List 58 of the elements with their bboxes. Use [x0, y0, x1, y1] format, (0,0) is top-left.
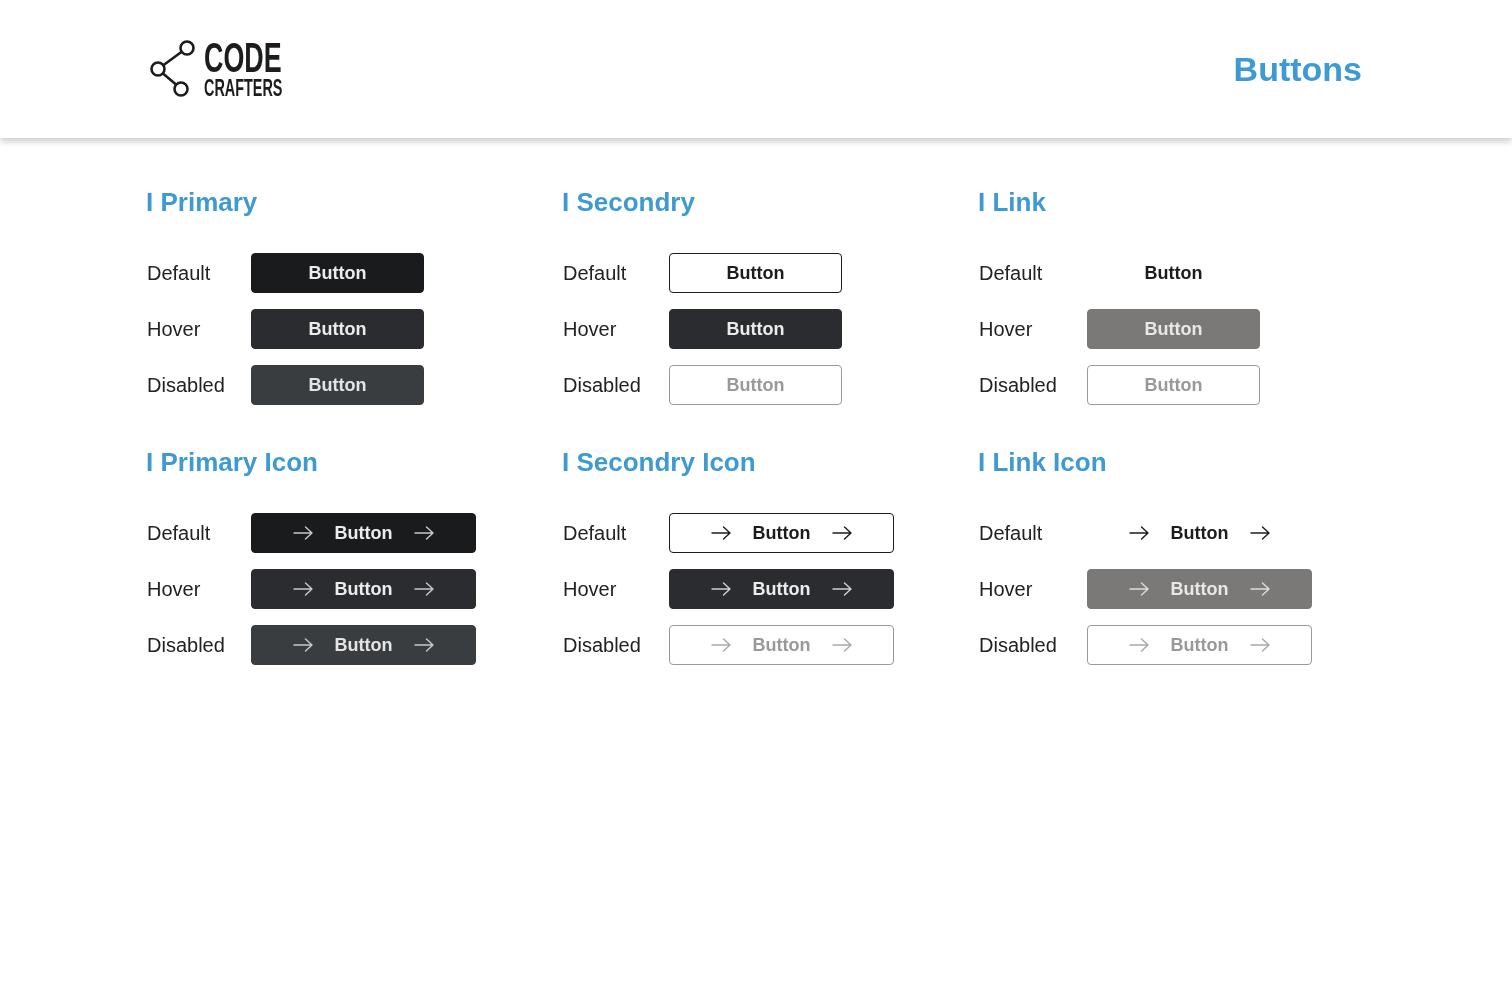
state-label: Default	[978, 521, 1044, 546]
section-title: I Secondry	[562, 187, 696, 217]
state-label: Hover	[146, 577, 202, 602]
arrow-right-icon	[1250, 582, 1271, 596]
state-label: Default	[562, 521, 628, 546]
section-title: I Primary	[146, 187, 259, 217]
arrow-right-icon	[292, 582, 313, 596]
state-label: Disabled	[146, 373, 226, 398]
logo-text: CODE	[204, 41, 282, 74]
arrow-right-icon	[832, 526, 853, 540]
state-label: Default	[978, 261, 1044, 286]
state-label: Hover	[562, 577, 618, 602]
state-label: Hover	[978, 317, 1034, 342]
button[interactable]: Button	[251, 513, 476, 553]
arrow-right-icon	[292, 638, 313, 652]
state-label: Hover	[146, 317, 202, 342]
button[interactable]: Button	[251, 569, 476, 609]
button[interactable]: Button	[251, 309, 424, 349]
section-title: I Primary Icon	[146, 447, 319, 477]
state-label: Default	[146, 261, 212, 286]
state-label: Hover	[978, 577, 1034, 602]
arrow-right-icon	[832, 638, 853, 652]
arrow-right-icon	[1128, 582, 1149, 596]
button[interactable]: Button	[251, 253, 424, 293]
logo-text: CRAFTERS	[204, 78, 283, 97]
arrow-right-icon	[1128, 526, 1149, 540]
state-label: Default	[562, 261, 628, 286]
arrow-right-icon	[292, 526, 313, 540]
arrow-right-icon	[1250, 638, 1271, 652]
arrow-right-icon	[414, 638, 435, 652]
arrow-right-icon	[832, 582, 853, 596]
button[interactable]: Button	[1087, 513, 1312, 553]
button[interactable]: Button	[669, 569, 894, 609]
state-label: Default	[146, 521, 212, 546]
button[interactable]: Button	[1087, 569, 1312, 609]
button[interactable]: Button	[1087, 253, 1260, 293]
arrow-right-icon	[710, 638, 731, 652]
button[interactable]: Button	[669, 253, 842, 293]
section-title: I Secondry Icon	[562, 447, 757, 477]
arrow-right-icon	[414, 526, 435, 540]
arrow-right-icon	[1250, 526, 1271, 540]
state-label: Disabled	[978, 633, 1058, 658]
section-title: I Link	[978, 187, 1047, 217]
state-label: Disabled	[562, 373, 642, 398]
page-title: Buttons	[1233, 48, 1362, 90]
button[interactable]: Button	[1087, 309, 1260, 349]
state-label: Hover	[562, 317, 618, 342]
button[interactable]: Button	[669, 513, 894, 553]
state-label: Disabled	[978, 373, 1058, 398]
state-label: Disabled	[562, 633, 642, 658]
arrow-right-icon	[710, 582, 731, 596]
section-title: I Link Icon	[978, 447, 1108, 477]
connected-nodes-icon	[150, 40, 196, 98]
button[interactable]: Button	[669, 309, 842, 349]
arrow-right-icon	[710, 526, 731, 540]
arrow-right-icon	[1128, 638, 1149, 652]
state-label: Disabled	[146, 633, 226, 658]
arrow-right-icon	[414, 582, 435, 596]
